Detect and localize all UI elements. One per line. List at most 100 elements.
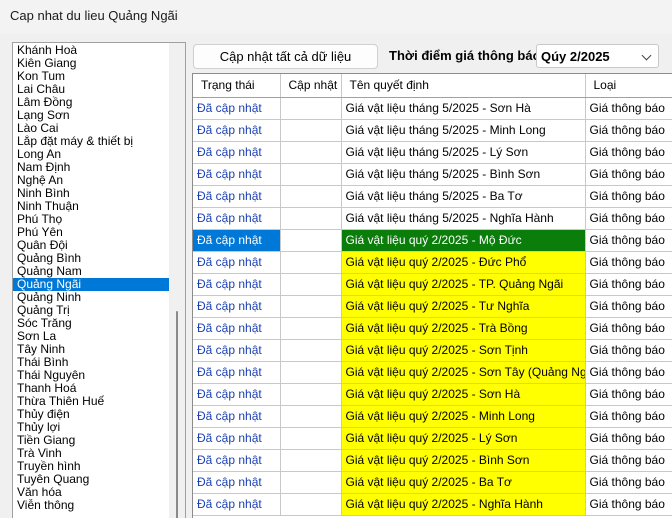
table-row[interactable]: Đã cập nhật Giá vật liệu quý 2/2025 - Đức… <box>193 251 672 274</box>
province-list-item[interactable]: Thủy điện <box>13 408 170 421</box>
cell-update[interactable] <box>280 383 342 406</box>
cell-status[interactable]: Đã cập nhật <box>193 273 281 296</box>
province-list-item[interactable]: Quảng Bình <box>13 252 170 265</box>
table-row[interactable]: Đã cập nhật Giá vật liệu tháng 5/2025 - B… <box>193 163 672 186</box>
province-list[interactable]: Khánh Hoà Kiên Giang Kon Tum Lai Châu Lâm Đồ… <box>12 42 186 518</box>
cell-status[interactable]: Đã cập nhật <box>193 141 281 164</box>
cell-decision-name[interactable]: Giá vật liệu tháng 5/2025 - Nghĩa Hành <box>341 207 586 230</box>
province-list-item[interactable]: Quảng Ninh <box>13 291 170 304</box>
cell-status[interactable]: Đã cập nhật <box>193 317 281 340</box>
cell-status[interactable]: Đã cập nhật <box>193 471 281 494</box>
cell-update[interactable] <box>280 427 342 450</box>
cell-type[interactable]: Giá thông báo <box>585 185 672 208</box>
cell-status[interactable]: Đã cập nhật <box>193 97 281 120</box>
cell-status[interactable]: Đã cập nhật <box>193 339 281 362</box>
cell-update[interactable] <box>280 229 342 252</box>
province-list-item[interactable]: Lai Châu <box>13 83 170 96</box>
table-row[interactable]: Đã cập nhật Giá vật liệu quý 2/2025 - Lý … <box>193 427 672 450</box>
table-row[interactable]: Đã cập nhật Giá vật liệu tháng 5/2025 - L… <box>193 141 672 164</box>
cell-type[interactable]: Giá thông báo <box>585 405 672 428</box>
cell-type[interactable]: Giá thông báo <box>585 251 672 274</box>
quarter-select[interactable]: Qúy 2/2025 <box>536 44 659 68</box>
cell-decision-name[interactable]: Giá vật liệu quý 2/2025 - Đức Phổ <box>341 251 586 274</box>
table-row[interactable]: Đã cập nhật Giá vật liệu quý 2/2025 - Mộ … <box>193 229 672 252</box>
cell-status[interactable]: Đã cập nhật <box>193 493 281 516</box>
cell-decision-name[interactable]: Giá vật liệu tháng 5/2025 - Bình Sơn <box>341 163 586 186</box>
province-list-item[interactable]: Quảng Ngãi <box>13 278 170 291</box>
cell-decision-name[interactable]: Giá vật liệu tháng 5/2025 - Ba Tơ <box>341 185 586 208</box>
cell-type[interactable]: Giá thông báo <box>585 361 672 384</box>
cell-type[interactable]: Giá thông báo <box>585 119 672 142</box>
cell-type[interactable]: Giá thông báo <box>585 383 672 406</box>
cell-update[interactable] <box>280 141 342 164</box>
cell-decision-name[interactable]: Giá vật liệu quý 2/2025 - Lý Sơn <box>341 427 586 450</box>
cell-status[interactable]: Đã cập nhật <box>193 427 281 450</box>
province-list-item[interactable]: Quân Đội <box>13 239 170 252</box>
cell-decision-name[interactable]: Giá vật liệu quý 2/2025 - Mộ Đức <box>341 229 586 252</box>
province-list-item[interactable]: Quảng Trị <box>13 304 170 317</box>
cell-update[interactable] <box>280 119 342 142</box>
province-list-scrollbar[interactable] <box>169 43 185 518</box>
table-row[interactable]: Đã cập nhật Giá vật liệu quý 2/2025 - Sơn… <box>193 383 672 406</box>
column-header-type[interactable]: Loại <box>585 74 672 98</box>
column-header-decision-name[interactable]: Tên quyết định <box>341 74 586 98</box>
cell-status[interactable]: Đã cập nhật <box>193 185 281 208</box>
table-row[interactable]: Đã cập nhật Giá vật liệu quý 2/2025 - Sơn… <box>193 361 672 384</box>
province-list-item[interactable]: Phú Thọ <box>13 213 170 226</box>
province-list-item[interactable]: Nam Định <box>13 161 170 174</box>
cell-type[interactable]: Giá thông báo <box>585 207 672 230</box>
cell-status[interactable]: Đã cập nhật <box>193 251 281 274</box>
province-list-item[interactable]: Ninh Bình <box>13 187 170 200</box>
table-row[interactable]: Đã cập nhật Giá vật liệu quý 2/2025 - Tư … <box>193 295 672 318</box>
cell-update[interactable] <box>280 273 342 296</box>
cell-update[interactable] <box>280 339 342 362</box>
cell-decision-name[interactable]: Giá vật liệu quý 2/2025 - Sơn Hà <box>341 383 586 406</box>
province-list-item[interactable]: Thanh Hoá <box>13 382 170 395</box>
cell-update[interactable] <box>280 361 342 384</box>
cell-decision-name[interactable]: Giá vật liệu quý 2/2025 - TP. Quảng Ngãi <box>341 273 586 296</box>
cell-decision-name[interactable]: Giá vật liệu quý 2/2025 - Bình Sơn <box>341 449 586 472</box>
province-list-item[interactable]: Khánh Hoà <box>13 44 170 57</box>
province-list-item[interactable]: Trà Vinh <box>13 447 170 460</box>
table-row[interactable]: Đã cập nhật Giá vật liệu quý 2/2025 - Ba … <box>193 471 672 494</box>
table-row[interactable]: Đã cập nhật Giá vật liệu quý 2/2025 - Bìn… <box>193 449 672 472</box>
cell-type[interactable]: Giá thông báo <box>585 295 672 318</box>
province-list-item[interactable]: Lắp đặt máy & thiết bị <box>13 135 170 148</box>
cell-decision-name[interactable]: Giá vật liệu tháng 5/2025 - Sơn Hà <box>341 97 586 120</box>
province-list-item[interactable]: Quảng Nam <box>13 265 170 278</box>
cell-update[interactable] <box>280 317 342 340</box>
table-row[interactable]: Đã cập nhật Giá vật liệu quý 2/2025 - Trà… <box>193 317 672 340</box>
cell-status[interactable]: Đã cập nhật <box>193 405 281 428</box>
cell-update[interactable] <box>280 97 342 120</box>
cell-type[interactable]: Giá thông báo <box>585 427 672 450</box>
cell-update[interactable] <box>280 185 342 208</box>
province-list-item[interactable]: Truyền hình <box>13 460 170 473</box>
cell-status[interactable]: Đã cập nhật <box>193 383 281 406</box>
province-list-item[interactable]: Ninh Thuận <box>13 200 170 213</box>
cell-type[interactable]: Giá thông báo <box>585 229 672 252</box>
cell-update[interactable] <box>280 295 342 318</box>
cell-decision-name[interactable]: Giá vật liệu quý 2/2025 - Minh Long <box>341 405 586 428</box>
province-list-item[interactable]: Văn hóa <box>13 486 170 499</box>
table-row[interactable]: Đã cập nhật Giá vật liệu tháng 5/2025 - S… <box>193 97 672 120</box>
province-list-item[interactable]: Phú Yên <box>13 226 170 239</box>
table-row[interactable]: Đã cập nhật Giá vật liệu tháng 5/2025 - M… <box>193 119 672 142</box>
province-list-item[interactable]: Lào Cai <box>13 122 170 135</box>
province-list-item[interactable]: Long An <box>13 148 170 161</box>
province-list-scroll-thumb[interactable] <box>176 311 178 518</box>
cell-type[interactable]: Giá thông báo <box>585 97 672 120</box>
province-list-item[interactable]: Thừa Thiên Huế <box>13 395 170 408</box>
province-list-item[interactable]: Tuyên Quang <box>13 473 170 486</box>
cell-status[interactable]: Đã cập nhật <box>193 449 281 472</box>
province-list-item[interactable]: Lâm Đồng <box>13 96 170 109</box>
province-list-item[interactable]: Lạng Sơn <box>13 109 170 122</box>
cell-update[interactable] <box>280 207 342 230</box>
province-list-item[interactable]: Thái Nguyên <box>13 369 170 382</box>
table-row[interactable]: Đã cập nhật Giá vật liệu quý 2/2025 - Min… <box>193 405 672 428</box>
update-all-button[interactable]: Cập nhật tất cả dữ liệu <box>193 44 378 69</box>
cell-decision-name[interactable]: Giá vật liệu quý 2/2025 - Trà Bồng <box>341 317 586 340</box>
province-list-item[interactable]: Sơn La <box>13 330 170 343</box>
table-row[interactable]: Đã cập nhật Giá vật liệu tháng 5/2025 - B… <box>193 185 672 208</box>
cell-decision-name[interactable]: Giá vật liệu tháng 5/2025 - Minh Long <box>341 119 586 142</box>
cell-type[interactable]: Giá thông báo <box>585 493 672 516</box>
